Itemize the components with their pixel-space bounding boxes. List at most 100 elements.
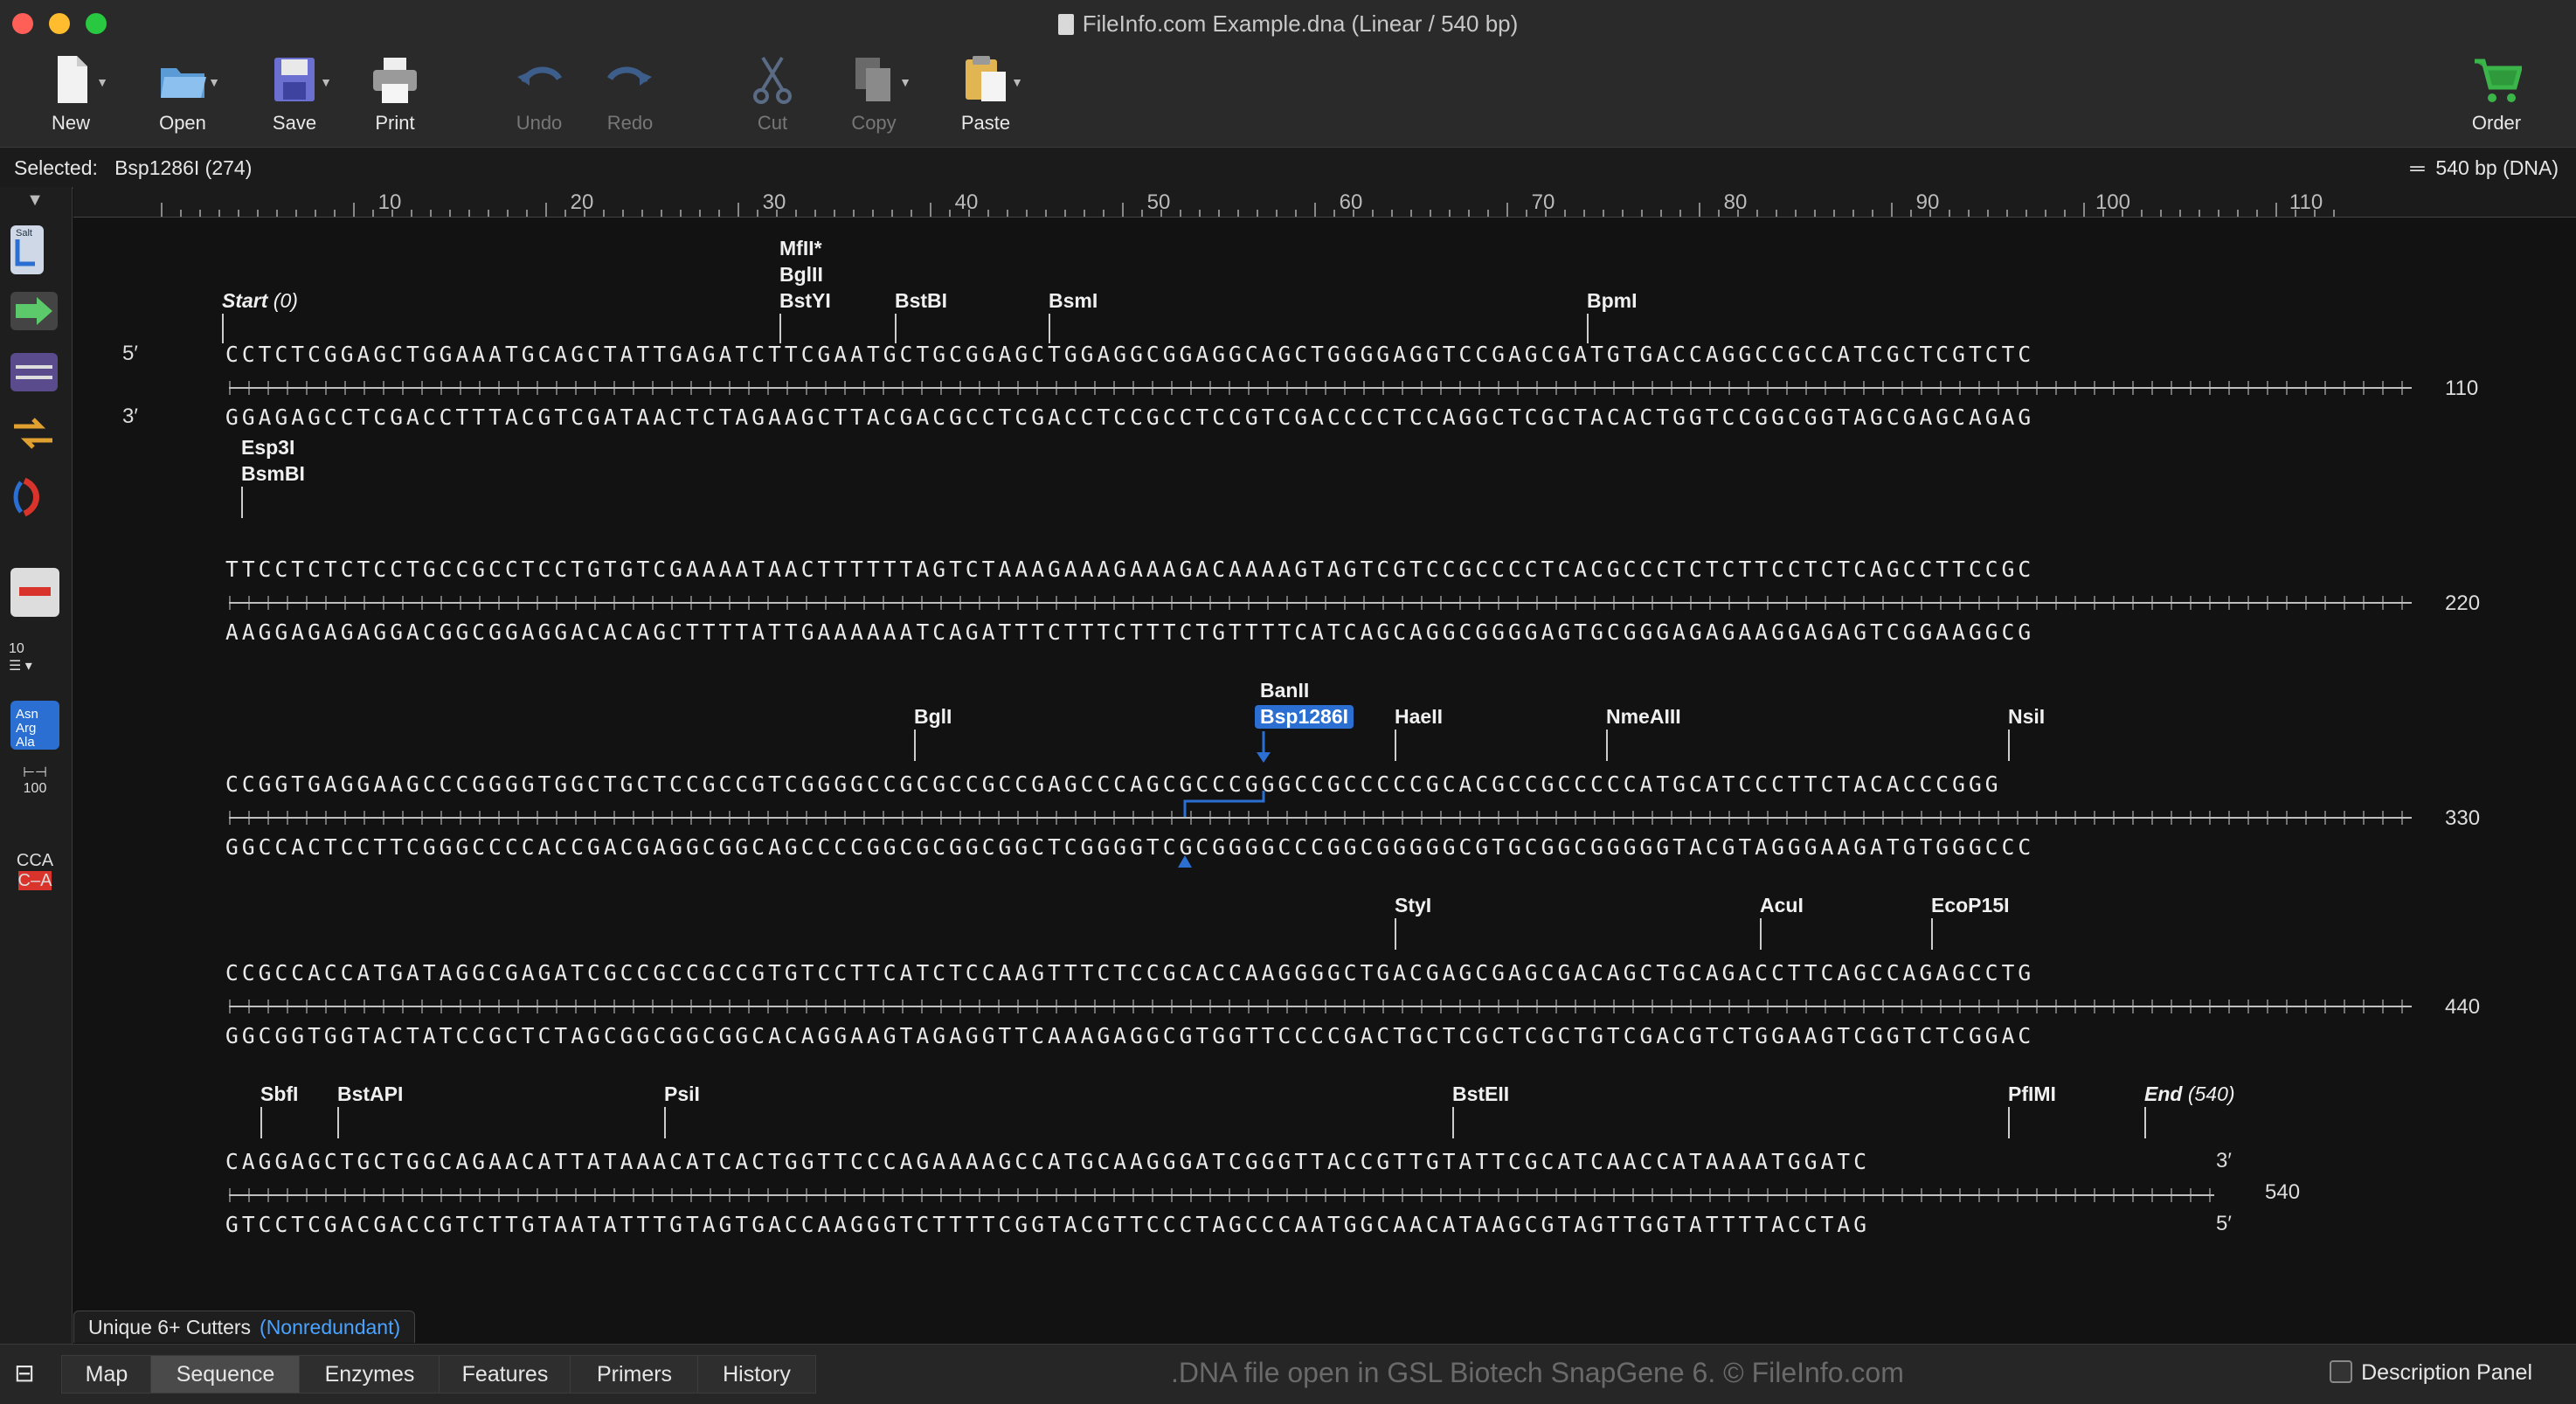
- ruler-tick: [1949, 210, 1950, 217]
- salt-tool-button[interactable]: Salt: [9, 224, 61, 274]
- print-button[interactable]: Print: [347, 52, 443, 135]
- bottom-strand[interactable]: GGAGAGCCTCGACCTTTACGTCGATAACTCTAGAAGCTTA…: [225, 405, 2034, 430]
- ruler-tick: [949, 210, 951, 217]
- ruler-tick: [911, 210, 912, 217]
- ruler-tick: [2160, 210, 2162, 217]
- redo-button[interactable]: Redo: [582, 52, 678, 135]
- enzyme-site[interactable]: BsmBI: [241, 462, 305, 486]
- primer-tool-button[interactable]: [9, 566, 61, 617]
- enzyme-set-selector[interactable]: Unique 6+ Cutters (Nonredundant): [73, 1311, 416, 1343]
- ruler-tick: [1218, 210, 1220, 217]
- complement-tool-icon[interactable]: CCA C–A: [9, 851, 61, 895]
- ruler-tick: [968, 210, 970, 217]
- enzyme-site[interactable]: MfII*: [779, 237, 822, 260]
- bottom-strand[interactable]: GTCCTCGACGACCGTCTTGTAATATTTGTAGTGACCAAGG…: [225, 1212, 1870, 1237]
- enzyme-site[interactable]: PfIMI: [2008, 1082, 2056, 1106]
- enzyme-site[interactable]: BstEII: [1452, 1082, 1509, 1106]
- selected-enzyme-site[interactable]: Bsp1286I: [1255, 705, 1354, 729]
- enzyme-site[interactable]: PsiI: [664, 1082, 700, 1106]
- selected-value: Bsp1286I (274): [114, 156, 253, 179]
- left-tool-strip: ▼ Salt 10 ☰ ▾ Asn Arg Ala ⊢⊣ 100 CCA C–A: [0, 187, 73, 1344]
- order-button[interactable]: Order: [2448, 52, 2545, 135]
- paste-button[interactable]: ▼ Paste: [938, 52, 1034, 135]
- copy-button[interactable]: ▼ Copy: [826, 52, 922, 135]
- both-strands-button[interactable]: [9, 351, 61, 395]
- ruler-label: 70: [1531, 190, 1555, 214]
- tab-features[interactable]: Features: [439, 1355, 571, 1394]
- ruler-tick: [1506, 203, 1508, 217]
- bottom-strand[interactable]: GGCGGTGGTACTATCCGCTCTAGCGGCGGCGGCACAGGAA…: [225, 1023, 2034, 1048]
- undo-button[interactable]: Undo: [491, 52, 587, 135]
- ruler-tick: [737, 203, 739, 217]
- cut-site-marker: [2008, 730, 2010, 761]
- window-title: FileInfo.com Example.dna (Linear / 540 b…: [0, 10, 2576, 38]
- ruler-tick: [1891, 203, 1893, 217]
- cut-site-marker: [1395, 730, 1396, 761]
- ruler-tick: [1160, 210, 1162, 217]
- five-prime-label: 5′: [122, 342, 138, 365]
- redo-arrow-icon: [605, 52, 655, 107]
- save-button[interactable]: ▼ Save: [246, 52, 343, 135]
- enzyme-site[interactable]: StyI: [1395, 894, 1431, 917]
- end-label: End (540): [2144, 1082, 2235, 1105]
- ruler-tick: [1679, 210, 1681, 217]
- panel-toggle-icon[interactable]: ⊟: [7, 1355, 42, 1392]
- top-strand[interactable]: TTCCTCTCTCCTGCCGCCTCCTGTGTCGAAAATAACTTTT…: [225, 557, 2034, 582]
- top-strand[interactable]: CCGGTGAGGAAGCCCGGGGTGGCTGCTCCGCCGTCGGGGC…: [225, 771, 2002, 797]
- ruler-tick: [2199, 210, 2200, 217]
- tab-map[interactable]: Map: [61, 1355, 152, 1394]
- description-panel-toggle[interactable]: Description Panel: [2330, 1360, 2532, 1386]
- ruler-tick: [1064, 210, 1066, 217]
- enzyme-site[interactable]: BsmI: [1049, 289, 1098, 313]
- tab-primers[interactable]: Primers: [570, 1355, 699, 1394]
- tab-history[interactable]: History: [697, 1355, 816, 1394]
- status-text: .DNA file open in GSL Biotech SnapGene 6…: [1171, 1357, 1904, 1388]
- cut-button[interactable]: Cut: [724, 52, 821, 135]
- start-label: Start (0): [222, 289, 298, 312]
- translation-icon[interactable]: [9, 475, 61, 519]
- ruler-label: 10: [377, 190, 402, 214]
- ruler-tick: [1122, 203, 1124, 217]
- svg-text:Asn: Asn: [16, 707, 38, 722]
- tab-sequence[interactable]: Sequence: [150, 1355, 301, 1394]
- ruler-tick: [1910, 210, 1912, 217]
- ruler-tick: [1141, 210, 1143, 217]
- numbering-icon[interactable]: 10 ☰ ▾: [9, 641, 61, 685]
- show-features-button[interactable]: [9, 290, 61, 334]
- new-button[interactable]: ▼ New: [23, 52, 119, 135]
- open-button[interactable]: ▼ Open: [135, 52, 231, 135]
- enzyme-site[interactable]: SbfI: [260, 1082, 298, 1106]
- ruler-tick: [1622, 210, 1624, 217]
- swap-strands-icon[interactable]: [9, 412, 61, 456]
- enzyme-site[interactable]: BstBI: [895, 289, 947, 313]
- enzyme-site[interactable]: BanII: [1260, 679, 1309, 702]
- enzyme-site[interactable]: BglII: [779, 263, 823, 287]
- ruler-tick: [834, 210, 835, 217]
- enzyme-site[interactable]: NmeAIII: [1606, 705, 1681, 729]
- tab-enzymes[interactable]: Enzymes: [299, 1355, 440, 1394]
- enzyme-site[interactable]: HaeII: [1395, 705, 1443, 729]
- enzyme-site[interactable]: Esp3I: [241, 436, 294, 460]
- ruler-tick: [1545, 210, 1547, 217]
- enzyme-site[interactable]: BstAPI: [337, 1082, 403, 1106]
- sequence-view[interactable]: Start (0) MfII* BglII BstYI BstBI BsmI B…: [73, 218, 2576, 1310]
- top-strand[interactable]: CCGCCACCATGATAGGCGAGATCGCCGCCGCCGTGTCCTT…: [225, 960, 2034, 986]
- enzyme-site[interactable]: AcuI: [1760, 894, 1804, 917]
- bottom-strand[interactable]: GGCCACTCCTTCGGGCCCCACCGACGAGGCGGCAGCCCCG…: [225, 834, 2034, 860]
- enzyme-site[interactable]: BstYI: [779, 289, 831, 313]
- ruler-tick: [1007, 210, 1008, 217]
- enzyme-site[interactable]: BglI: [914, 705, 952, 729]
- enzyme-site[interactable]: BpmI: [1587, 289, 1638, 313]
- row-end-number: 540: [2265, 1180, 2301, 1204]
- strand-axis: [229, 381, 2412, 395]
- collapse-toggle-icon[interactable]: ▼: [9, 190, 61, 211]
- bottom-strand[interactable]: AAGGAGAGAGGACGGCGGAGGACACAGCTTTTATTGAAAA…: [225, 619, 2034, 645]
- checkbox[interactable]: [2330, 1360, 2353, 1383]
- ruler-tool-icon[interactable]: ⊢⊣ 100: [9, 764, 61, 807]
- top-strand[interactable]: CCTCTCGGAGCTGGAAATGCAGCTATTGAGATCTTCGAAT…: [225, 342, 2034, 367]
- amino-acid-button[interactable]: Asn Arg Ala: [9, 699, 61, 750]
- ruler-tick: [776, 210, 778, 217]
- top-strand[interactable]: CAGGAGCTGCTGGCAGAACATTATAAACATCACTGGTTCC…: [225, 1149, 1870, 1174]
- enzyme-site[interactable]: EcoP15I: [1931, 894, 2010, 917]
- enzyme-site[interactable]: NsiI: [2008, 705, 2045, 729]
